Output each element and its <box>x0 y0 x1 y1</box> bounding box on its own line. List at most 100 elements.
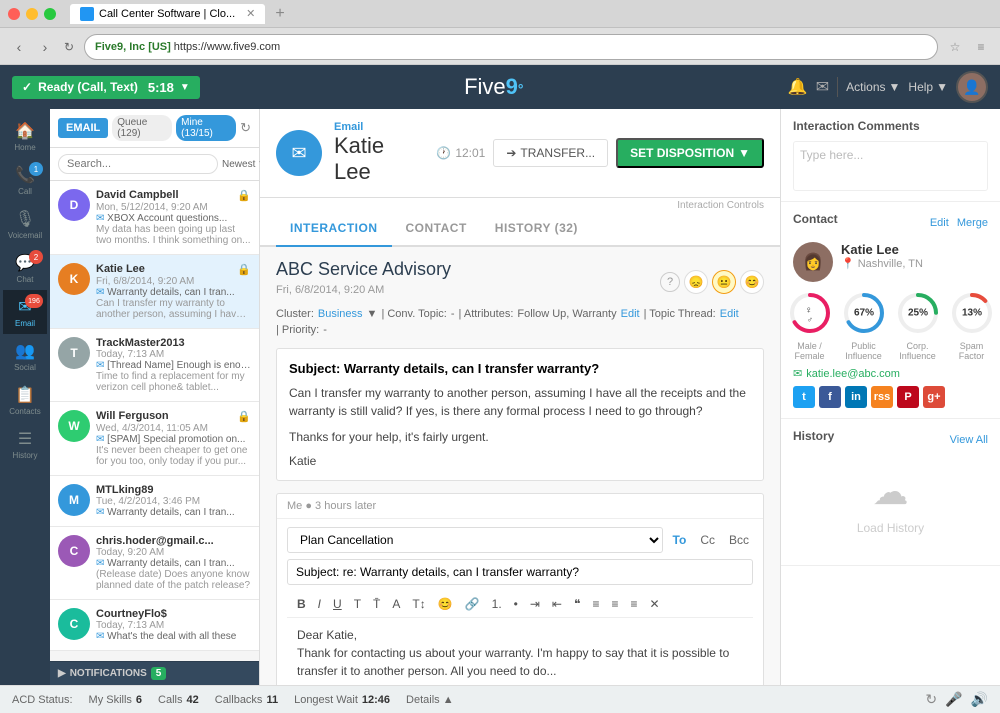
edit-contact-link[interactable]: Edit <box>930 217 949 229</box>
browser-tab[interactable]: Call Center Software | Clo... ✕ <box>70 4 265 24</box>
link-btn[interactable]: 🔗 <box>461 595 484 613</box>
user-avatar[interactable]: 👤 <box>956 71 988 103</box>
email-list-item[interactable]: C chris.hoder@gmail.c... Today, 9:20 AM … <box>50 527 259 600</box>
svg-text:67%: 67% <box>853 308 873 319</box>
text-format-btn[interactable]: T <box>350 595 365 613</box>
tab-interaction[interactable]: INTERACTION <box>276 211 392 247</box>
mic-icon[interactable]: 🎤 <box>945 691 962 708</box>
contact-location: 📍 Nashville, TN <box>841 257 923 270</box>
maximize-btn[interactable] <box>44 8 56 20</box>
email-list-item[interactable]: M MTLking89 Tue, 4/2/2014, 3:46 PM ✉ War… <box>50 476 259 527</box>
volume-icon[interactable]: 🔊 <box>971 691 988 708</box>
attributes-edit-link[interactable]: Edit <box>621 308 640 320</box>
history-section-header: History View All <box>793 429 988 451</box>
email-search-bar: Newest ▼ <box>50 148 259 181</box>
underline-btn[interactable]: U <box>329 595 346 613</box>
close-btn[interactable] <box>8 8 20 20</box>
neutral-emoji-btn[interactable]: 😐 <box>712 270 736 294</box>
quote-btn[interactable]: ❝ <box>570 595 584 613</box>
status-badge[interactable]: ✓ Ready (Call, Text) 5:18 ▼ <box>12 76 200 99</box>
tab-contact[interactable]: CONTACT <box>392 211 481 247</box>
reply-compose: Plan Cancellation To Cc Bcc B I U T T̄ A <box>277 519 763 685</box>
back-button[interactable]: ‹ <box>8 36 30 58</box>
sidebar-item-chat[interactable]: 2 💬 Chat <box>3 246 47 290</box>
sad-emoji-btn[interactable]: 😞 <box>684 270 708 294</box>
align-left-btn[interactable]: ≡ <box>588 595 603 613</box>
to-label[interactable]: To <box>669 531 691 549</box>
font-color-btn[interactable]: A <box>388 595 404 613</box>
indent-btn[interactable]: ⇥ <box>526 595 544 613</box>
refresh-button[interactable]: ↻ <box>60 38 78 56</box>
merge-contact-link[interactable]: Merge <box>957 217 988 229</box>
sort-label: Newest <box>222 159 255 170</box>
emoji-btn2[interactable]: 😊 <box>434 595 457 613</box>
align-center-btn[interactable]: ≡ <box>607 595 622 613</box>
text-size-btn[interactable]: T↕ <box>408 595 429 613</box>
view-all-link[interactable]: View All <box>950 434 988 446</box>
load-history-label[interactable]: Load History <box>857 521 924 535</box>
comments-input[interactable]: Type here... <box>793 141 988 191</box>
ordered-list-btn[interactable]: 1. <box>488 595 506 613</box>
email-list-item[interactable]: K Katie Lee 🔒 Fri, 6/8/2014, 9:20 AM ✉ W… <box>50 255 259 329</box>
details-item[interactable]: Details ▲ <box>406 694 454 706</box>
email-list-item[interactable]: D David Campbell 🔒 Mon, 5/12/2014, 9:20 … <box>50 181 259 255</box>
cluster-value[interactable]: Business <box>318 308 363 320</box>
sidebar-item-email[interactable]: 196 ✉ Email <box>3 290 47 334</box>
rss-icon[interactable]: rss <box>871 386 893 408</box>
google-icon[interactable]: g+ <box>923 386 945 408</box>
contact-email[interactable]: ✉ katie.lee@abc.com <box>793 367 988 380</box>
sidebar-item-contacts[interactable]: 📋 Contacts <box>3 378 47 422</box>
refresh-status-icon[interactable]: ↻ <box>925 691 937 708</box>
email-list-item[interactable]: T TrackMaster2013 Today, 7:13 AM ✉ [Thre… <box>50 329 259 402</box>
help-circle-icon[interactable]: ? <box>660 272 680 292</box>
text-format2-btn[interactable]: T̄ <box>369 595 384 613</box>
forward-button[interactable]: › <box>34 36 56 58</box>
bold-btn[interactable]: B <box>293 595 310 613</box>
actions-menu[interactable]: Actions ▼ <box>846 80 900 94</box>
new-tab-btn[interactable]: + <box>275 5 284 23</box>
email-list-item[interactable]: C CourtneyFlo$ Today, 7:13 AM ✉ What's t… <box>50 600 259 651</box>
refresh-list-icon[interactable]: ↻ <box>240 120 251 136</box>
address-field[interactable]: Five9, Inc [US] https://www.five9.com <box>84 34 938 60</box>
outdent-btn[interactable]: ⇤ <box>548 595 566 613</box>
content-tabs: INTERACTION CONTACT HISTORY (32) <box>260 211 780 247</box>
sidebar-item-history[interactable]: ☰ History <box>3 422 47 466</box>
twitter-icon[interactable]: t <box>793 386 815 408</box>
transfer-button[interactable]: ➔ TRANSFER... <box>493 139 608 167</box>
italic-btn[interactable]: I <box>314 595 325 613</box>
clear-format-btn[interactable]: ✕ <box>646 595 664 613</box>
help-menu[interactable]: Help ▼ <box>908 80 948 94</box>
pinterest-icon[interactable]: P <box>897 386 919 408</box>
facebook-icon[interactable]: f <box>819 386 841 408</box>
happy-emoji-btn[interactable]: 😊 <box>740 270 764 294</box>
sidebar-item-social[interactable]: 👥 Social <box>3 334 47 378</box>
tab-close-icon[interactable]: ✕ <box>246 7 255 20</box>
sidebar-item-call[interactable]: 1 📞 Call <box>3 158 47 202</box>
plan-select[interactable]: Plan Cancellation <box>287 527 663 553</box>
notifications-bar[interactable]: ▶ NOTIFICATIONS 5 <box>50 661 259 685</box>
notification-icon[interactable]: 🔔 <box>788 77 808 97</box>
mine-badge[interactable]: Mine (13/15) <box>176 115 236 141</box>
tab-history[interactable]: HISTORY (32) <box>481 211 592 247</box>
email-tab[interactable]: EMAIL <box>58 118 108 138</box>
message-icon[interactable]: ✉ <box>816 77 829 97</box>
topic-thread-edit-link[interactable]: Edit <box>720 308 739 320</box>
sidebar-item-home[interactable]: 🏠 Home <box>3 114 47 158</box>
email-search-input[interactable] <box>58 154 218 174</box>
reply-subject-input[interactable] <box>287 559 753 585</box>
queue-badge[interactable]: Queue (129) <box>112 115 172 141</box>
minimize-btn[interactable] <box>26 8 38 20</box>
bookmark-icon[interactable]: ☆ <box>944 36 966 58</box>
align-right-btn[interactable]: ≡ <box>626 595 641 613</box>
email-list-item[interactable]: W Will Ferguson 🔒 Wed, 4/3/2014, 11:05 A… <box>50 402 259 476</box>
settings-icon[interactable]: ≡ <box>970 36 992 58</box>
cc-label[interactable]: Cc <box>696 531 719 549</box>
linkedin-icon[interactable]: in <box>845 386 867 408</box>
contact-stats: ♀ ♂ Male / Female 67% PublicInfluence <box>793 290 988 361</box>
set-disposition-button[interactable]: SET DISPOSITION ▼ <box>616 138 764 168</box>
email-panel-header: EMAIL Queue (129) Mine (13/15) ↻ <box>50 109 259 148</box>
sidebar-item-voicemail[interactable]: 🎙 Voicemail <box>3 202 47 246</box>
reply-text-area[interactable]: Dear Katie,Thank for contacting us about… <box>287 618 753 685</box>
bcc-label[interactable]: Bcc <box>725 531 753 549</box>
unordered-list-btn[interactable]: • <box>510 595 522 613</box>
